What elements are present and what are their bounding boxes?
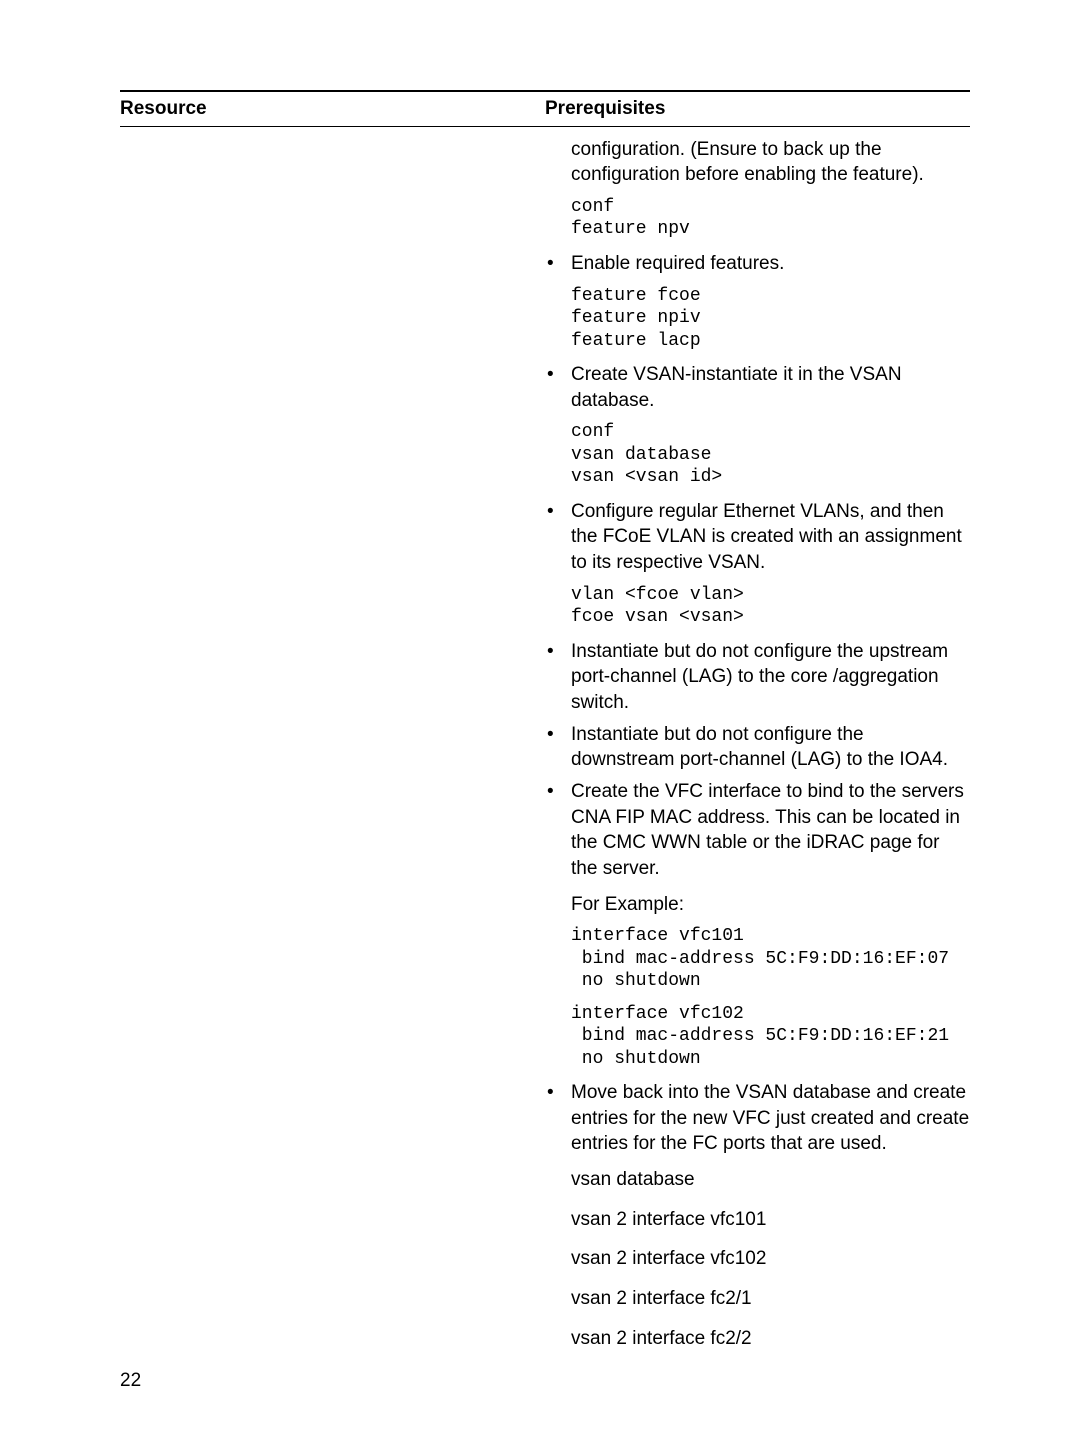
bullet-text: Enable required features. bbox=[571, 253, 784, 274]
intro-text: configuration. (Ensure to back up the co… bbox=[545, 137, 970, 188]
code-line: feature npiv bbox=[571, 307, 970, 330]
code-line: no shutdown bbox=[571, 970, 970, 993]
rule-top bbox=[120, 90, 970, 92]
header-resource: Resource bbox=[120, 96, 545, 122]
content-row: configuration. (Ensure to back up the co… bbox=[120, 137, 970, 1358]
page-container: Resource Prerequisites configuration. (E… bbox=[0, 0, 1080, 1434]
code-line: interface vfc101 bbox=[571, 925, 970, 948]
bullet-list: Enable required features. bbox=[545, 251, 970, 277]
code-block-1: conf feature npv bbox=[545, 196, 970, 241]
bullet-text: Configure regular Ethernet VLANs, and th… bbox=[571, 501, 962, 573]
resource-cell bbox=[120, 137, 545, 1358]
vsan-line: vsan 2 interface fc2/2 bbox=[545, 1326, 970, 1352]
list-item: Enable required features. bbox=[545, 251, 970, 277]
code-block-6: interface vfc102 bind mac-address 5C:F9:… bbox=[545, 1003, 970, 1071]
code-block-3: conf vsan database vsan <vsan id> bbox=[545, 421, 970, 489]
bullet-text: Instantiate but do not configure the ups… bbox=[571, 641, 948, 713]
code-line: feature fcoe bbox=[571, 285, 970, 308]
page-number: 22 bbox=[120, 1368, 141, 1394]
rule-mid bbox=[120, 126, 970, 127]
bullet-list: Move back into the VSAN database and cre… bbox=[545, 1080, 970, 1157]
list-item: Instantiate but do not configure the ups… bbox=[545, 639, 970, 716]
bullet-list: Create VSAN-instantiate it in the VSAN d… bbox=[545, 362, 970, 413]
list-item: Configure regular Ethernet VLANs, and th… bbox=[545, 499, 970, 576]
for-example: For Example: bbox=[545, 892, 970, 918]
bullet-text: Create the VFC interface to bind to the … bbox=[571, 781, 964, 879]
table-header: Resource Prerequisites bbox=[120, 96, 970, 122]
bullet-text: Move back into the VSAN database and cre… bbox=[571, 1082, 969, 1154]
header-prereq: Prerequisites bbox=[545, 96, 970, 122]
code-block-4: vlan <fcoe vlan> fcoe vsan <vsan> bbox=[545, 584, 970, 629]
vsan-line: vsan 2 interface vfc101 bbox=[545, 1207, 970, 1233]
code-line: feature lacp bbox=[571, 330, 970, 353]
code-line: vsan database bbox=[571, 444, 970, 467]
bullet-list: Instantiate but do not configure the ups… bbox=[545, 639, 970, 882]
code-block-2: feature fcoe feature npiv feature lacp bbox=[545, 285, 970, 353]
list-item: Create the VFC interface to bind to the … bbox=[545, 779, 970, 882]
vsan-line: vsan database bbox=[545, 1167, 970, 1193]
bullet-text: Create VSAN-instantiate it in the VSAN d… bbox=[571, 364, 902, 411]
code-line: interface vfc102 bbox=[571, 1003, 970, 1026]
list-item: Move back into the VSAN database and cre… bbox=[545, 1080, 970, 1157]
code-line: conf bbox=[571, 196, 970, 219]
bullet-text: Instantiate but do not configure the dow… bbox=[571, 724, 948, 771]
code-line: vsan <vsan id> bbox=[571, 466, 970, 489]
code-line: feature npv bbox=[571, 218, 970, 241]
code-line: no shutdown bbox=[571, 1048, 970, 1071]
vsan-line: vsan 2 interface vfc102 bbox=[545, 1246, 970, 1272]
code-line: vlan <fcoe vlan> bbox=[571, 584, 970, 607]
code-line: fcoe vsan <vsan> bbox=[571, 606, 970, 629]
list-item: Create VSAN-instantiate it in the VSAN d… bbox=[545, 362, 970, 413]
prereq-cell: configuration. (Ensure to back up the co… bbox=[545, 137, 970, 1358]
bullet-list: Configure regular Ethernet VLANs, and th… bbox=[545, 499, 970, 576]
code-line: conf bbox=[571, 421, 970, 444]
code-block-5: interface vfc101 bind mac-address 5C:F9:… bbox=[545, 925, 970, 993]
code-line: bind mac-address 5C:F9:DD:16:EF:21 bbox=[571, 1025, 970, 1048]
vsan-line: vsan 2 interface fc2/1 bbox=[545, 1286, 970, 1312]
code-line: bind mac-address 5C:F9:DD:16:EF:07 bbox=[571, 948, 970, 971]
list-item: Instantiate but do not configure the dow… bbox=[545, 722, 970, 773]
